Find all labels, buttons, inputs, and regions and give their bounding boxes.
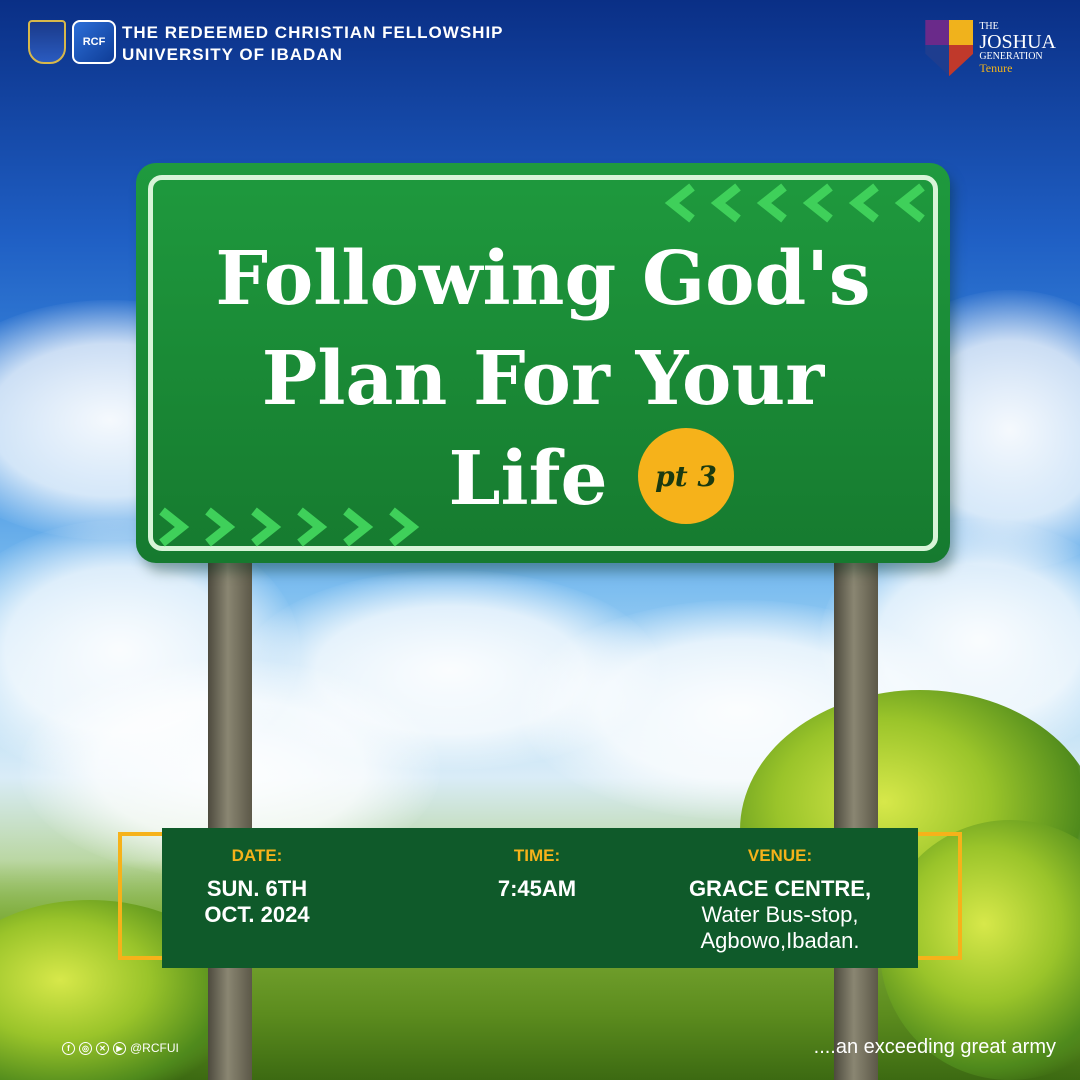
event-poster: RCF THE REDEEMED CHRISTIAN FELLOWSHIP UN…: [0, 0, 1080, 1080]
sign-post-right: [834, 560, 878, 1080]
org-line-1: THE REDEEMED CHRISTIAN FELLOWSHIP: [122, 23, 504, 42]
facebook-icon[interactable]: f: [62, 1041, 75, 1055]
venue-name: GRACE CENTRE,: [688, 876, 872, 901]
header-logos: RCF: [28, 20, 116, 64]
title-line-2: Plan For Your: [261, 336, 825, 422]
event-details: DATE: SUN. 6TH OCT. 2024 TIME: 7:45AM VE…: [162, 828, 918, 968]
bracket-left: [118, 832, 162, 960]
jg-tenure: Tenure: [979, 61, 1013, 75]
date-line-2: OCT. 2024: [204, 902, 310, 927]
date-block: DATE: SUN. 6TH OCT. 2024: [172, 846, 342, 928]
sermon-title: Following God's Plan For Your Life: [136, 229, 950, 529]
part-badge: pt 3: [638, 428, 734, 524]
tagline: ....an exceeding great army: [813, 1036, 1056, 1058]
venue-block: VENUE: GRACE CENTRE, Water Bus-stop, Agb…: [650, 846, 910, 954]
social-handle: @RCFUI: [130, 1041, 179, 1055]
sign-post-left: [208, 560, 252, 1080]
x-icon[interactable]: ✕: [96, 1041, 109, 1055]
university-crest-icon: [28, 20, 66, 64]
youtube-icon[interactable]: ▶: [113, 1041, 126, 1055]
instagram-icon[interactable]: ◎: [79, 1041, 92, 1055]
venue-address-line-2: Agbowo,Ibadan.: [700, 928, 860, 953]
chevrons-right-icon: [156, 507, 422, 547]
organization-name: THE REDEEMED CHRISTIAN FELLOWSHIP UNIVER…: [122, 22, 504, 66]
shield-icon: [925, 20, 974, 76]
time-block: TIME: 7:45AM: [452, 846, 622, 902]
date-line-1: SUN. 6TH: [206, 876, 308, 901]
org-line-2: UNIVERSITY OF IBADAN: [122, 45, 343, 64]
venue-label: VENUE:: [747, 846, 813, 865]
joshua-generation-logo: THE JOSHUA GENERATION Tenure: [925, 20, 1056, 76]
rcf-logo: RCF: [72, 20, 116, 64]
time-value: 7:45AM: [497, 876, 577, 901]
bracket-right: [918, 832, 962, 960]
date-label: DATE:: [231, 846, 283, 865]
joshua-generation-wordmark: THE JOSHUA GENERATION Tenure: [979, 22, 1056, 75]
road-sign: Following God's Plan For Your Life pt 3: [136, 163, 950, 563]
title-line-1: Following God's: [215, 236, 871, 322]
jg-name: JOSHUA: [979, 31, 1056, 53]
venue-address-line-1: Water Bus-stop,: [701, 902, 859, 927]
time-label: TIME:: [513, 846, 561, 865]
social-handles: f ◎ ✕ ▶ @RCFUI: [62, 1041, 179, 1055]
chevrons-left-icon: [662, 183, 928, 223]
rcf-logo-text: RCF: [82, 36, 106, 48]
